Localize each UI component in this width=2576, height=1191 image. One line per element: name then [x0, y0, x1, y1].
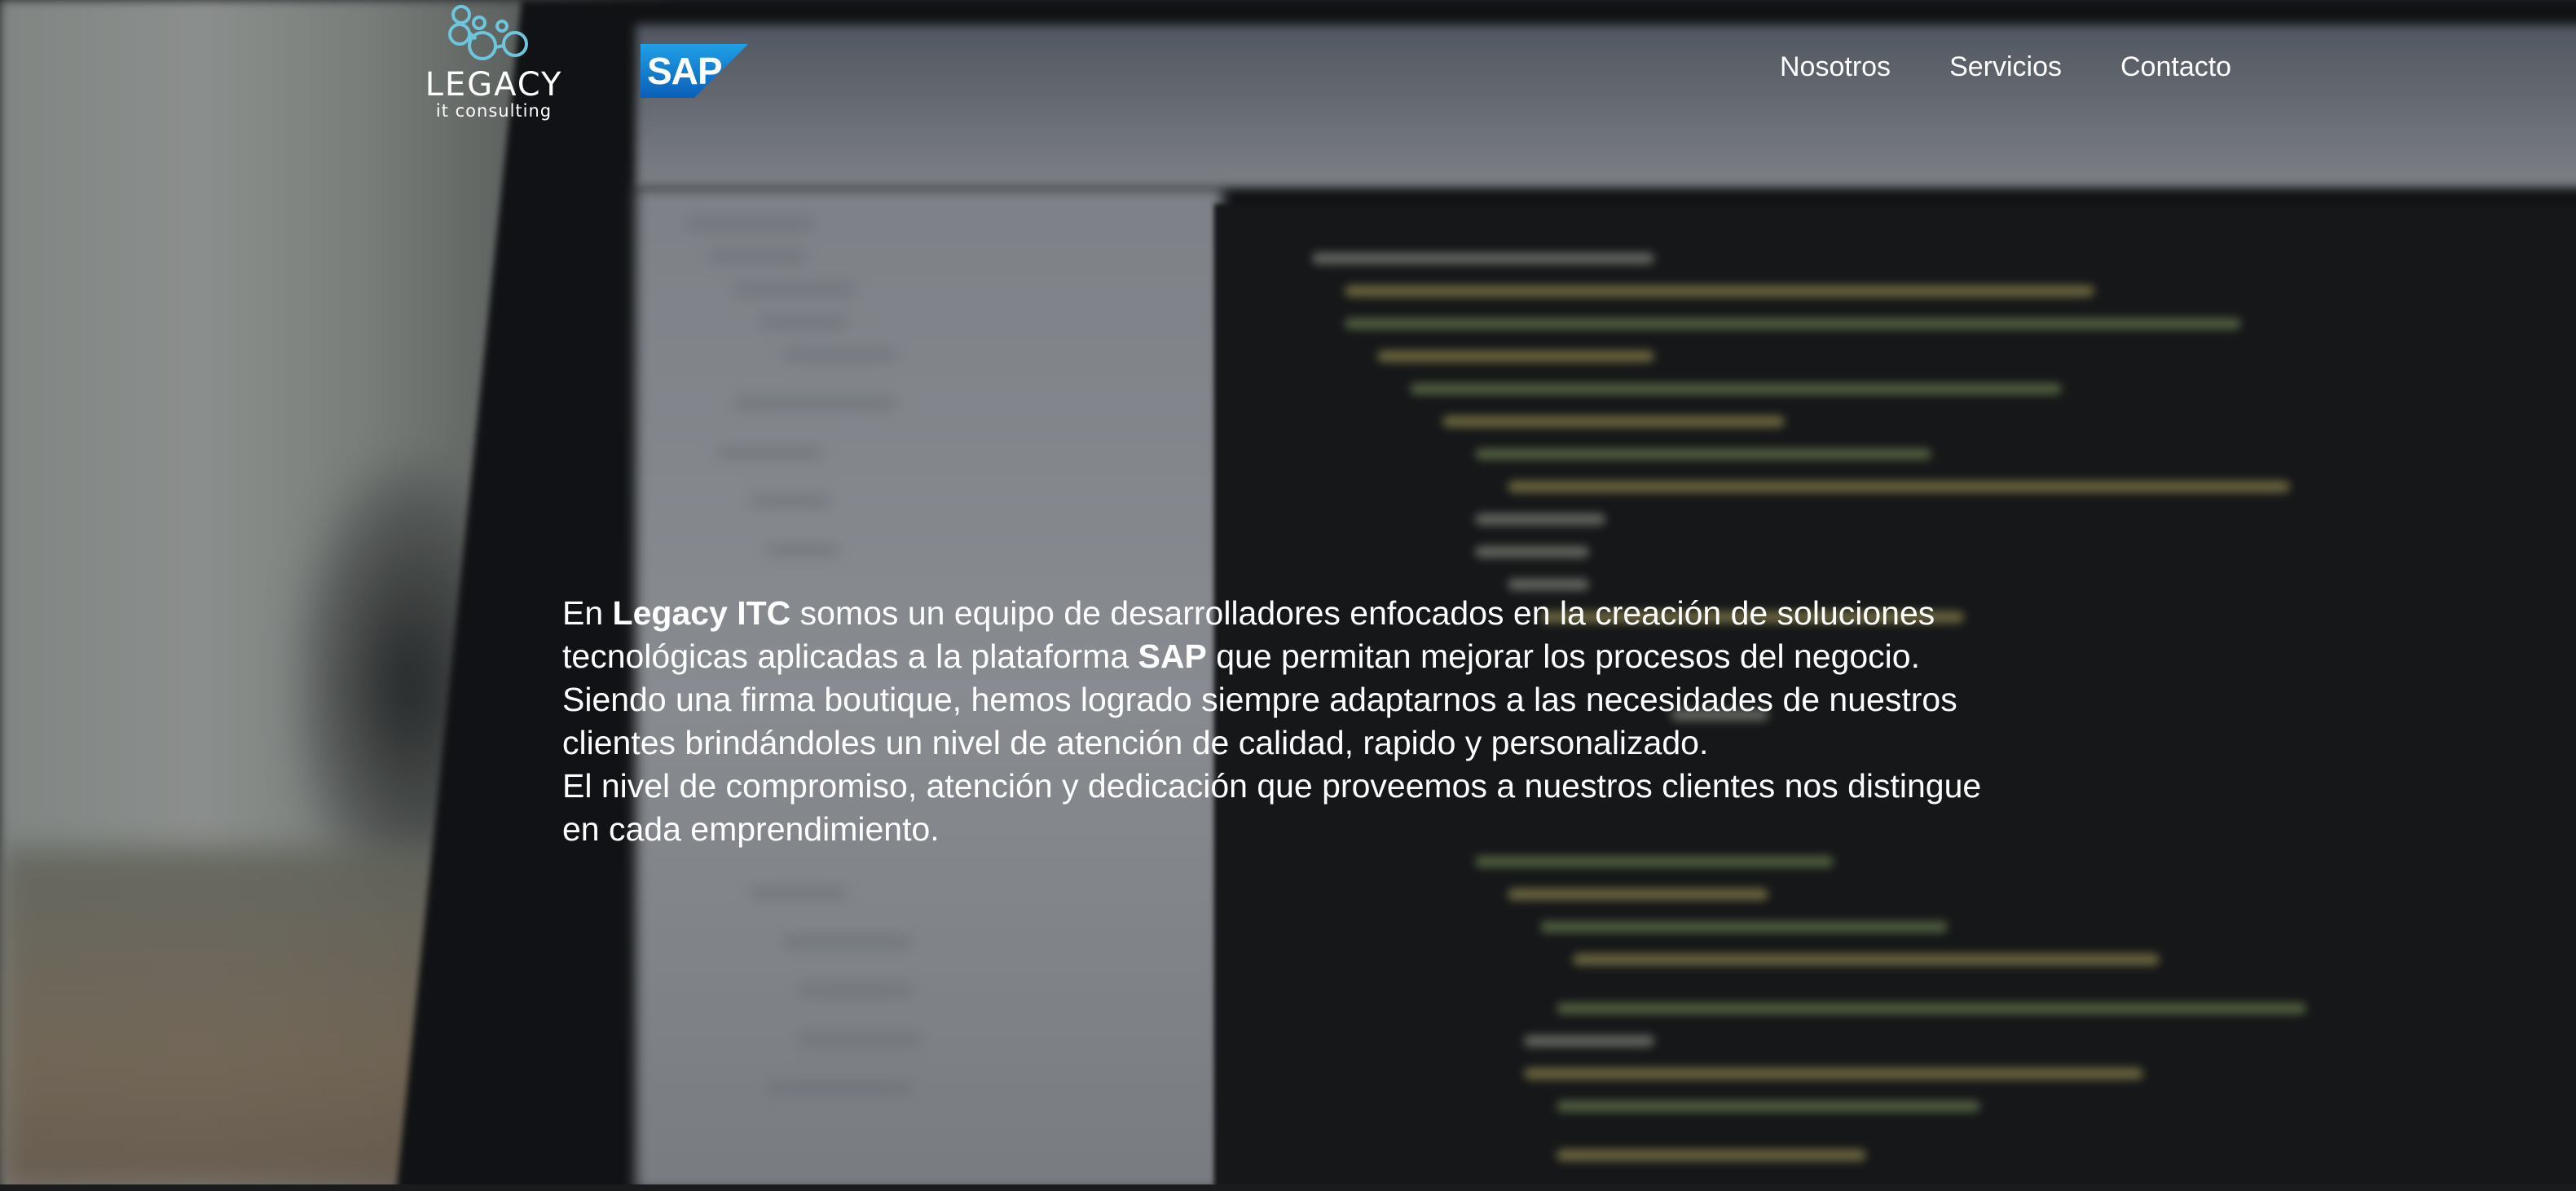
sap-logo: SAP — [641, 44, 748, 98]
intro-paragraph-1: En Legacy ITC somos un equipo de desarro… — [562, 592, 1997, 678]
sap-logo-text: SAP — [647, 50, 723, 92]
intro-paragraph-3: El nivel de compromiso, atención y dedic… — [562, 767, 1982, 848]
main-nav: Nosotros Servicios Contacto — [1780, 51, 2231, 83]
intro-text-span: En — [562, 594, 613, 632]
nav-link-servicios[interactable]: Servicios — [1949, 51, 2062, 83]
intro-text-span: que permitan mejorar los procesos del ne… — [1206, 637, 1920, 675]
logo-wordmark: LEGACY — [425, 66, 563, 104]
intro-text: En Legacy ITC somos un equipo de desarro… — [562, 592, 1997, 851]
intro-paragraph-2: Siendo una firma boutique, hemos logrado… — [562, 681, 1957, 761]
hero-section: LEGACY it consulting SAP Nosotros Servic… — [0, 0, 2576, 1191]
nav-link-contacto[interactable]: Contacto — [2120, 51, 2231, 83]
sap-mention: SAP — [1138, 637, 1207, 675]
bottom-edge — [0, 1184, 2576, 1191]
bubbles-icon — [448, 5, 528, 60]
logo-tagline: it consulting — [435, 101, 553, 121]
company-name: Legacy ITC — [612, 594, 791, 632]
nav-link-nosotros[interactable]: Nosotros — [1780, 51, 1891, 83]
legacy-logo[interactable]: LEGACY it consulting — [404, 3, 583, 121]
